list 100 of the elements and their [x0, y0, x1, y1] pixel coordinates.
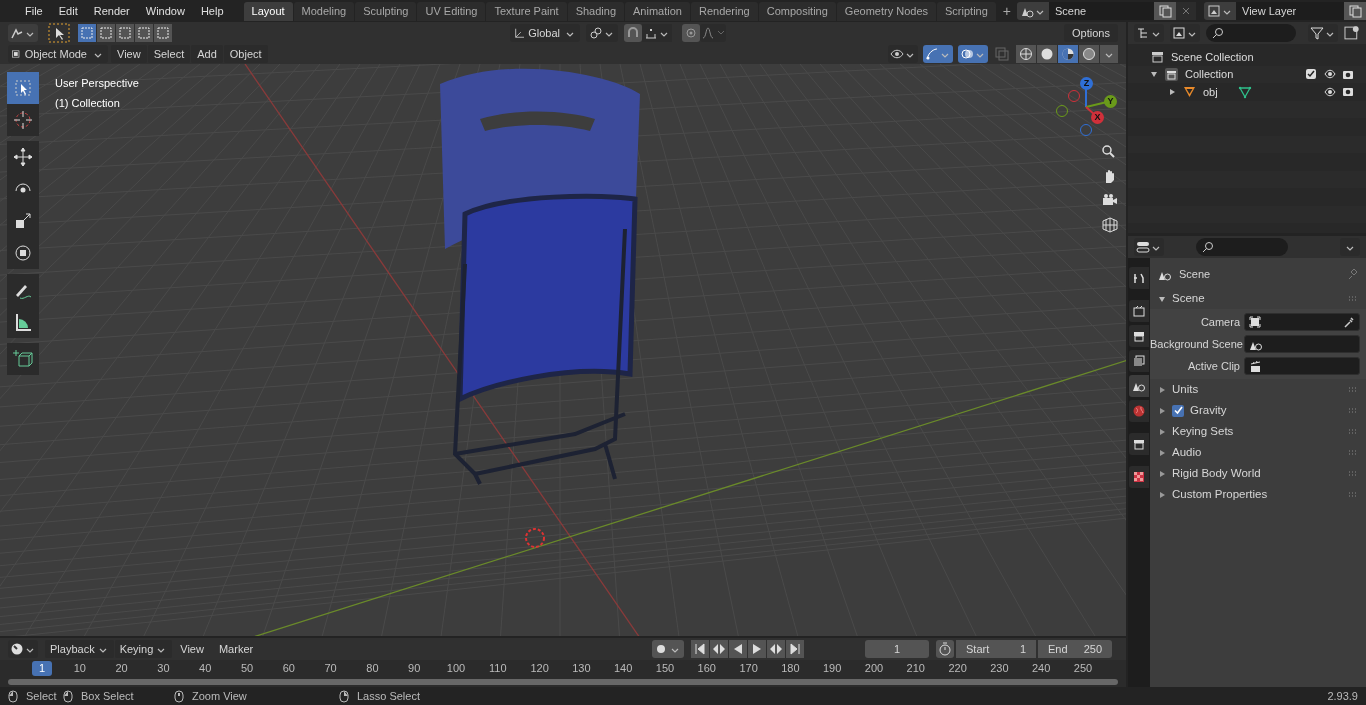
select-tool-icon[interactable] — [48, 23, 70, 43]
menu-item[interactable]: Add — [191, 45, 223, 63]
expanded-arrow-icon[interactable] — [1150, 70, 1158, 79]
properties-tab[interactable] — [1129, 325, 1149, 347]
workspace-tab[interactable]: Rendering — [690, 1, 758, 21]
drag-handle-icon[interactable] — [1348, 428, 1358, 435]
search-field[interactable] — [1206, 24, 1297, 42]
workspace-tab[interactable]: Scripting — [937, 1, 996, 21]
menu-item[interactable]: View — [111, 45, 147, 63]
checkbox[interactable] — [1306, 69, 1316, 80]
editor-type-button[interactable] — [8, 640, 38, 658]
axis-label[interactable]: Z — [1080, 77, 1093, 90]
drag-handle-icon[interactable] — [1348, 296, 1358, 302]
close-icon[interactable] — [1176, 2, 1196, 20]
add-workspace-button[interactable]: + — [996, 1, 1017, 21]
checkbox[interactable] — [1172, 404, 1184, 417]
name-field[interactable]: Scene — [1049, 2, 1154, 20]
timeline-menu-dropdown[interactable]: Keying — [114, 640, 173, 658]
properties-tab[interactable] — [1129, 267, 1149, 289]
workspace-tab[interactable]: UV Editing — [417, 1, 486, 21]
mesh-data-icon[interactable] — [1237, 84, 1252, 99]
workspace-tab[interactable]: Compositing — [758, 1, 836, 21]
panel-header[interactable]: Scene — [1150, 289, 1366, 309]
outliner-item-label[interactable]: Collection — [1185, 66, 1234, 83]
shading-mode-button[interactable] — [1058, 45, 1078, 63]
panel-header[interactable]: Keying Sets — [1150, 421, 1366, 442]
playback-button[interactable] — [710, 640, 728, 658]
tool-button[interactable] — [7, 306, 39, 338]
panel-header[interactable]: Units — [1150, 379, 1366, 400]
menu-item[interactable]: File — [17, 1, 51, 21]
current-frame-field[interactable]: 1 — [865, 640, 929, 658]
outliner-item-label[interactable]: obj — [1203, 83, 1218, 100]
viewport-toggle-button[interactable] — [888, 45, 918, 63]
menu-item[interactable]: Object — [223, 45, 268, 63]
menu-item[interactable]: Marker — [211, 640, 261, 658]
eye-icon[interactable] — [1324, 69, 1336, 80]
data-block-menu-button[interactable] — [1204, 2, 1236, 20]
axis-label[interactable]: X — [1091, 111, 1104, 124]
panel-header[interactable]: Custom Properties — [1150, 484, 1366, 505]
display-mode-button[interactable] — [1170, 24, 1200, 42]
playback-button[interactable] — [767, 640, 785, 658]
name-field[interactable]: View Layer — [1236, 2, 1344, 20]
workspace-tab[interactable]: Modeling — [293, 1, 355, 21]
properties-tab[interactable] — [1129, 466, 1149, 488]
data-block-menu-button[interactable] — [1017, 2, 1049, 20]
camera-icon[interactable] — [1342, 68, 1354, 80]
drag-handle-icon[interactable] — [1348, 407, 1358, 414]
mode-dropdown[interactable]: Object Mode — [8, 45, 108, 63]
drag-handle-icon[interactable] — [1348, 470, 1358, 477]
panel-header[interactable]: Gravity — [1150, 400, 1366, 421]
filter-button[interactable] — [1308, 24, 1339, 42]
snap-dropdown[interactable] — [642, 24, 673, 42]
selection-mode-button[interactable] — [135, 24, 153, 42]
record-button[interactable] — [652, 640, 684, 658]
end-frame-field[interactable]: End 250 — [1038, 640, 1112, 658]
new-collection-icon[interactable] — [1344, 24, 1360, 42]
editor-type-button[interactable] — [8, 24, 38, 42]
selection-mode-button[interactable] — [97, 24, 115, 42]
proportional-edit-icon[interactable] — [682, 24, 701, 42]
tool-button[interactable] — [7, 274, 39, 306]
magnet-icon[interactable] — [624, 24, 643, 42]
drag-handle-icon[interactable] — [1348, 491, 1358, 498]
camera-icon[interactable] — [1342, 86, 1354, 98]
options-button[interactable]: Options — [1064, 24, 1118, 42]
workspace-tab[interactable]: Shading — [567, 1, 625, 21]
shading-mode-button[interactable] — [1037, 45, 1057, 63]
copy-icon[interactable] — [1344, 2, 1366, 20]
viewport-toggle-button[interactable] — [923, 45, 953, 63]
eye-icon[interactable] — [1324, 86, 1336, 97]
editor-type-button[interactable] — [1134, 24, 1164, 42]
drag-handle-icon[interactable] — [1348, 449, 1358, 456]
panel-header[interactable]: Rigid Body World — [1150, 463, 1366, 484]
menu-item[interactable]: Select — [147, 45, 191, 63]
menu-item[interactable]: Window — [137, 1, 193, 21]
workspace-tab[interactable]: Texture Paint — [486, 1, 567, 21]
properties-tab[interactable] — [1129, 375, 1149, 397]
shading-mode-button[interactable] — [1079, 45, 1099, 63]
playback-button[interactable] — [691, 640, 709, 658]
pin-icon[interactable] — [1346, 268, 1358, 280]
collapsed-arrow-icon[interactable] — [1168, 87, 1176, 96]
menu-item[interactable]: Help — [192, 1, 232, 21]
workspace-tab[interactable]: Animation — [625, 1, 690, 21]
search-field[interactable] — [1196, 238, 1288, 256]
playback-button[interactable] — [786, 640, 804, 658]
data-block-field[interactable] — [1244, 335, 1360, 353]
playback-button[interactable] — [729, 640, 747, 658]
timeline-scrollbar[interactable] — [8, 679, 1118, 685]
data-block-field[interactable] — [1244, 357, 1360, 375]
navigation-gizmo[interactable]: Z Y X — [1050, 74, 1115, 139]
workspace-tab[interactable]: Geometry Nodes — [836, 1, 936, 21]
timeline-menu-dropdown[interactable]: Playback — [45, 640, 114, 658]
viewport-toggle-button[interactable] — [958, 45, 988, 63]
workspace-tab[interactable]: Sculpting — [355, 1, 417, 21]
menu-item[interactable]: Edit — [50, 1, 86, 21]
selection-mode-button[interactable] — [154, 24, 172, 42]
axis-label[interactable]: Y — [1104, 95, 1117, 108]
workspace-tab[interactable]: Layout — [243, 1, 293, 21]
tool-button[interactable] — [7, 141, 39, 173]
menu-item[interactable]: View — [173, 640, 211, 658]
start-frame-field[interactable]: Start 1 — [956, 640, 1036, 658]
